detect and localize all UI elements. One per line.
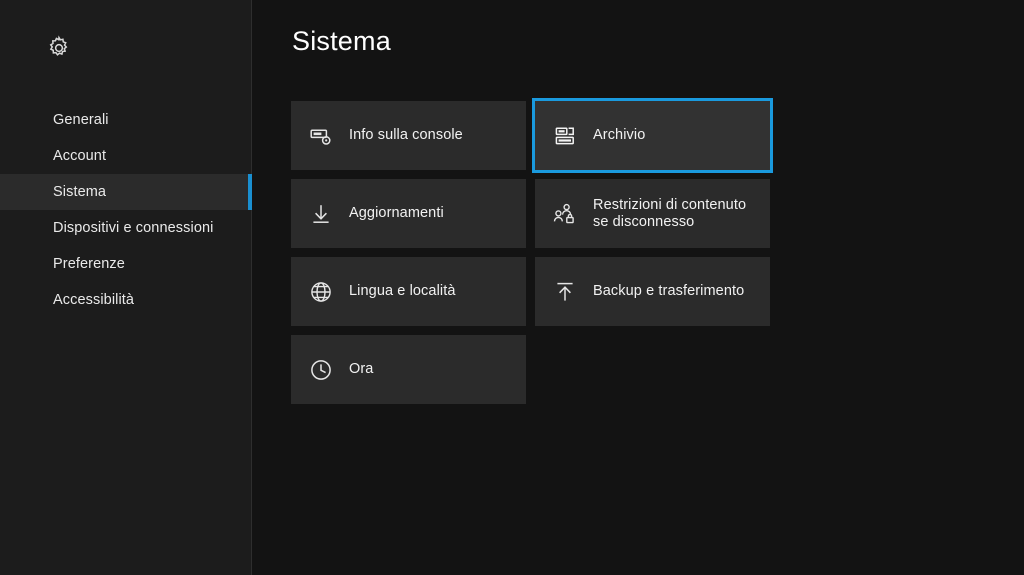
sidebar-item-label: Dispositivi e connessioni: [53, 220, 214, 236]
tile-label: Aggiornamenti: [349, 205, 444, 221]
globe-icon: [309, 280, 349, 304]
main-content: Sistema Info sulla console Aggiornamenti…: [252, 0, 1024, 575]
console-icon: [309, 124, 349, 148]
sidebar-item-label: Accessibilità: [53, 292, 135, 308]
tile-restrizioni-di-contenuto[interactable]: Restrizioni di contenuto se disconnesso: [535, 179, 770, 248]
tile-column-right: Archivio Restrizioni di contenuto se dis…: [532, 98, 773, 404]
tile-archivio[interactable]: Archivio: [532, 98, 773, 173]
tile-info-sulla-console[interactable]: Info sulla console: [291, 101, 526, 170]
tile-ora[interactable]: Ora: [291, 335, 526, 404]
tile-label: Archivio: [593, 127, 646, 143]
gear-icon[interactable]: [46, 35, 72, 61]
sidebar-item-label: Preferenze: [53, 256, 125, 272]
sidebar: Generali Account Sistema Dispositivi e c…: [0, 0, 252, 575]
tile-aggiornamenti[interactable]: Aggiornamenti: [291, 179, 526, 248]
tile-label: Restrizioni di contenuto se disconnesso: [593, 196, 747, 230]
tile-label: Ora: [349, 361, 374, 377]
sidebar-item-accessibilita[interactable]: Accessibilità: [0, 282, 251, 318]
storage-icon: [553, 124, 593, 148]
tile-column-left: Info sulla console Aggiornamenti Lingua …: [291, 101, 526, 404]
sidebar-header: [0, 0, 251, 96]
page-title: Sistema: [292, 26, 391, 56]
sidebar-item-label: Generali: [53, 112, 109, 128]
clock-icon: [309, 358, 349, 382]
tile-label: Backup e trasferimento: [593, 283, 745, 299]
people-lock-icon: [553, 202, 593, 226]
sidebar-item-generali[interactable]: Generali: [0, 102, 251, 138]
settings-tile-grid: Info sulla console Aggiornamenti Lingua …: [291, 98, 773, 404]
sidebar-item-label: Sistema: [53, 184, 107, 200]
download-arrow-icon: [309, 202, 349, 226]
upload-arrow-icon: [553, 280, 593, 304]
sidebar-nav: Generali Account Sistema Dispositivi e c…: [0, 102, 252, 318]
tile-label: Info sulla console: [349, 127, 463, 143]
sidebar-item-label: Account: [53, 148, 107, 164]
tile-label: Lingua e località: [349, 283, 456, 299]
sidebar-item-sistema[interactable]: Sistema: [0, 174, 252, 210]
settings-app: Generali Account Sistema Dispositivi e c…: [0, 0, 1024, 575]
sidebar-item-account[interactable]: Account: [0, 138, 251, 174]
sidebar-item-dispositivi-e-connessioni[interactable]: Dispositivi e connessioni: [0, 210, 251, 246]
sidebar-item-preferenze[interactable]: Preferenze: [0, 246, 251, 282]
tile-lingua-e-localita[interactable]: Lingua e località: [291, 257, 526, 326]
tile-backup-e-trasferimento[interactable]: Backup e trasferimento: [535, 257, 770, 326]
